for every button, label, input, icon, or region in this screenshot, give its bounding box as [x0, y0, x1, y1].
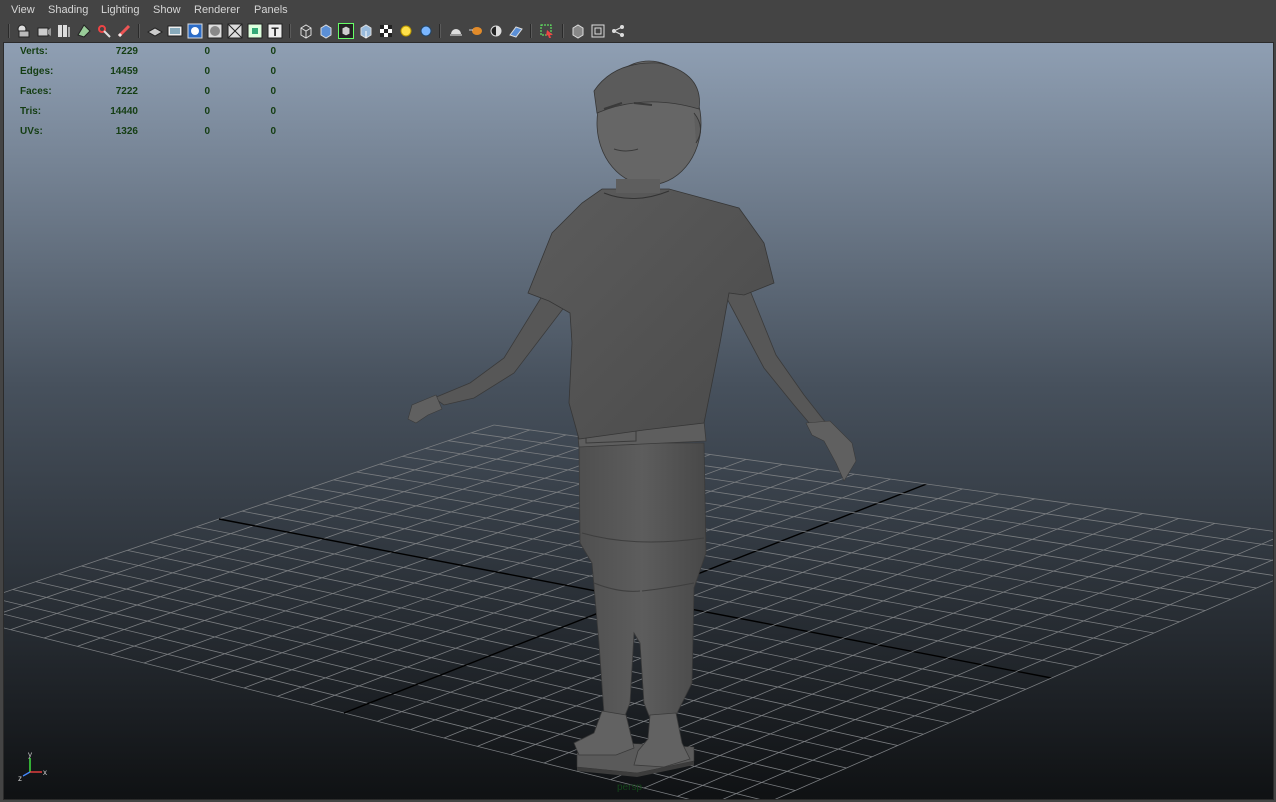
svg-text:T: T [271, 25, 279, 39]
camera-attributes-icon[interactable] [36, 23, 52, 39]
viewport-toolbar: T [0, 21, 1276, 41]
toolbar-separator [8, 24, 10, 38]
viewport-scene [4, 43, 1273, 799]
hud-value: 0 [204, 66, 210, 77]
xray-icon[interactable] [570, 23, 586, 39]
hud-value: 0 [270, 46, 276, 57]
select-camera-icon[interactable] [16, 23, 32, 39]
menu-shading[interactable]: Shading [48, 4, 88, 16]
toolbar-separator [562, 24, 564, 38]
hud-value: 14459 [110, 66, 138, 77]
axis-z-label: z [18, 774, 22, 783]
hud-label: UVs: [20, 126, 43, 137]
smooth-shade-icon[interactable] [318, 23, 334, 39]
hud-value: 0 [204, 126, 210, 137]
hud-value: 0 [270, 106, 276, 117]
menu-show[interactable]: Show [153, 4, 181, 16]
screen-space-ao-icon[interactable] [448, 23, 464, 39]
wireframe-on-shaded-icon[interactable] [338, 23, 354, 39]
hud-value: 0 [270, 66, 276, 77]
axis-x-label: x [43, 768, 47, 777]
grid-icon[interactable] [147, 23, 163, 39]
hud-value: 14440 [110, 106, 138, 117]
viewport-menu-bar: View Shading Lighting Show Renderer Pane… [0, 0, 1276, 21]
wireframe-icon[interactable] [298, 23, 314, 39]
field-chart-icon[interactable] [227, 23, 243, 39]
hud-value: 0 [204, 86, 210, 97]
menu-renderer[interactable]: Renderer [194, 4, 240, 16]
hud-value: 7222 [115, 86, 138, 97]
grease-pencil-icon[interactable] [116, 23, 132, 39]
toolbar-separator [439, 24, 441, 38]
perspective-viewport[interactable]: Verts: 7229 0 0 Edges: 14459 0 0 Faces: … [3, 42, 1274, 800]
toolbar-separator [530, 24, 532, 38]
axis-y-label: y [28, 750, 32, 759]
hud-label: Edges: [20, 66, 54, 77]
toolbar-separator [289, 24, 291, 38]
safe-action-icon[interactable]: T [267, 23, 283, 39]
toolbar-separator [138, 24, 140, 38]
hud-label: Tris: [20, 106, 42, 117]
hud-label: Faces: [20, 86, 52, 97]
shadows-icon[interactable] [418, 23, 434, 39]
view-axis-icon: y x z [18, 750, 47, 783]
hud-label: Verts: [20, 46, 48, 57]
hud-value: 1326 [115, 126, 138, 137]
xray-active-components-icon[interactable] [590, 23, 606, 39]
bookmarks-icon[interactable] [56, 23, 72, 39]
safe-title-icon[interactable] [247, 23, 263, 39]
resolution-gate-icon[interactable] [187, 23, 203, 39]
use-all-lights-icon[interactable] [378, 23, 394, 39]
hud-value: 0 [270, 86, 276, 97]
depth-of-field-icon[interactable] [508, 23, 524, 39]
2d-pan-zoom-icon[interactable] [96, 23, 112, 39]
textured-icon[interactable] [358, 23, 374, 39]
motion-blur-icon[interactable] [468, 23, 484, 39]
default-material-icon[interactable] [398, 23, 414, 39]
isolate-select-icon[interactable] [539, 23, 555, 39]
xray-joints-icon[interactable] [610, 23, 626, 39]
film-gate-icon[interactable] [167, 23, 183, 39]
menu-lighting[interactable]: Lighting [101, 4, 140, 16]
hud-value: 0 [204, 106, 210, 117]
multisample-aa-icon[interactable] [488, 23, 504, 39]
image-plane-icon[interactable] [76, 23, 92, 39]
gate-mask-icon[interactable] [207, 23, 223, 39]
hud-value: 0 [270, 126, 276, 137]
menu-view[interactable]: View [11, 4, 35, 16]
hud-value: 0 [204, 46, 210, 57]
hud-value: 7229 [115, 46, 138, 57]
menu-panels[interactable]: Panels [254, 4, 288, 16]
camera-name-label: persp [617, 782, 643, 793]
